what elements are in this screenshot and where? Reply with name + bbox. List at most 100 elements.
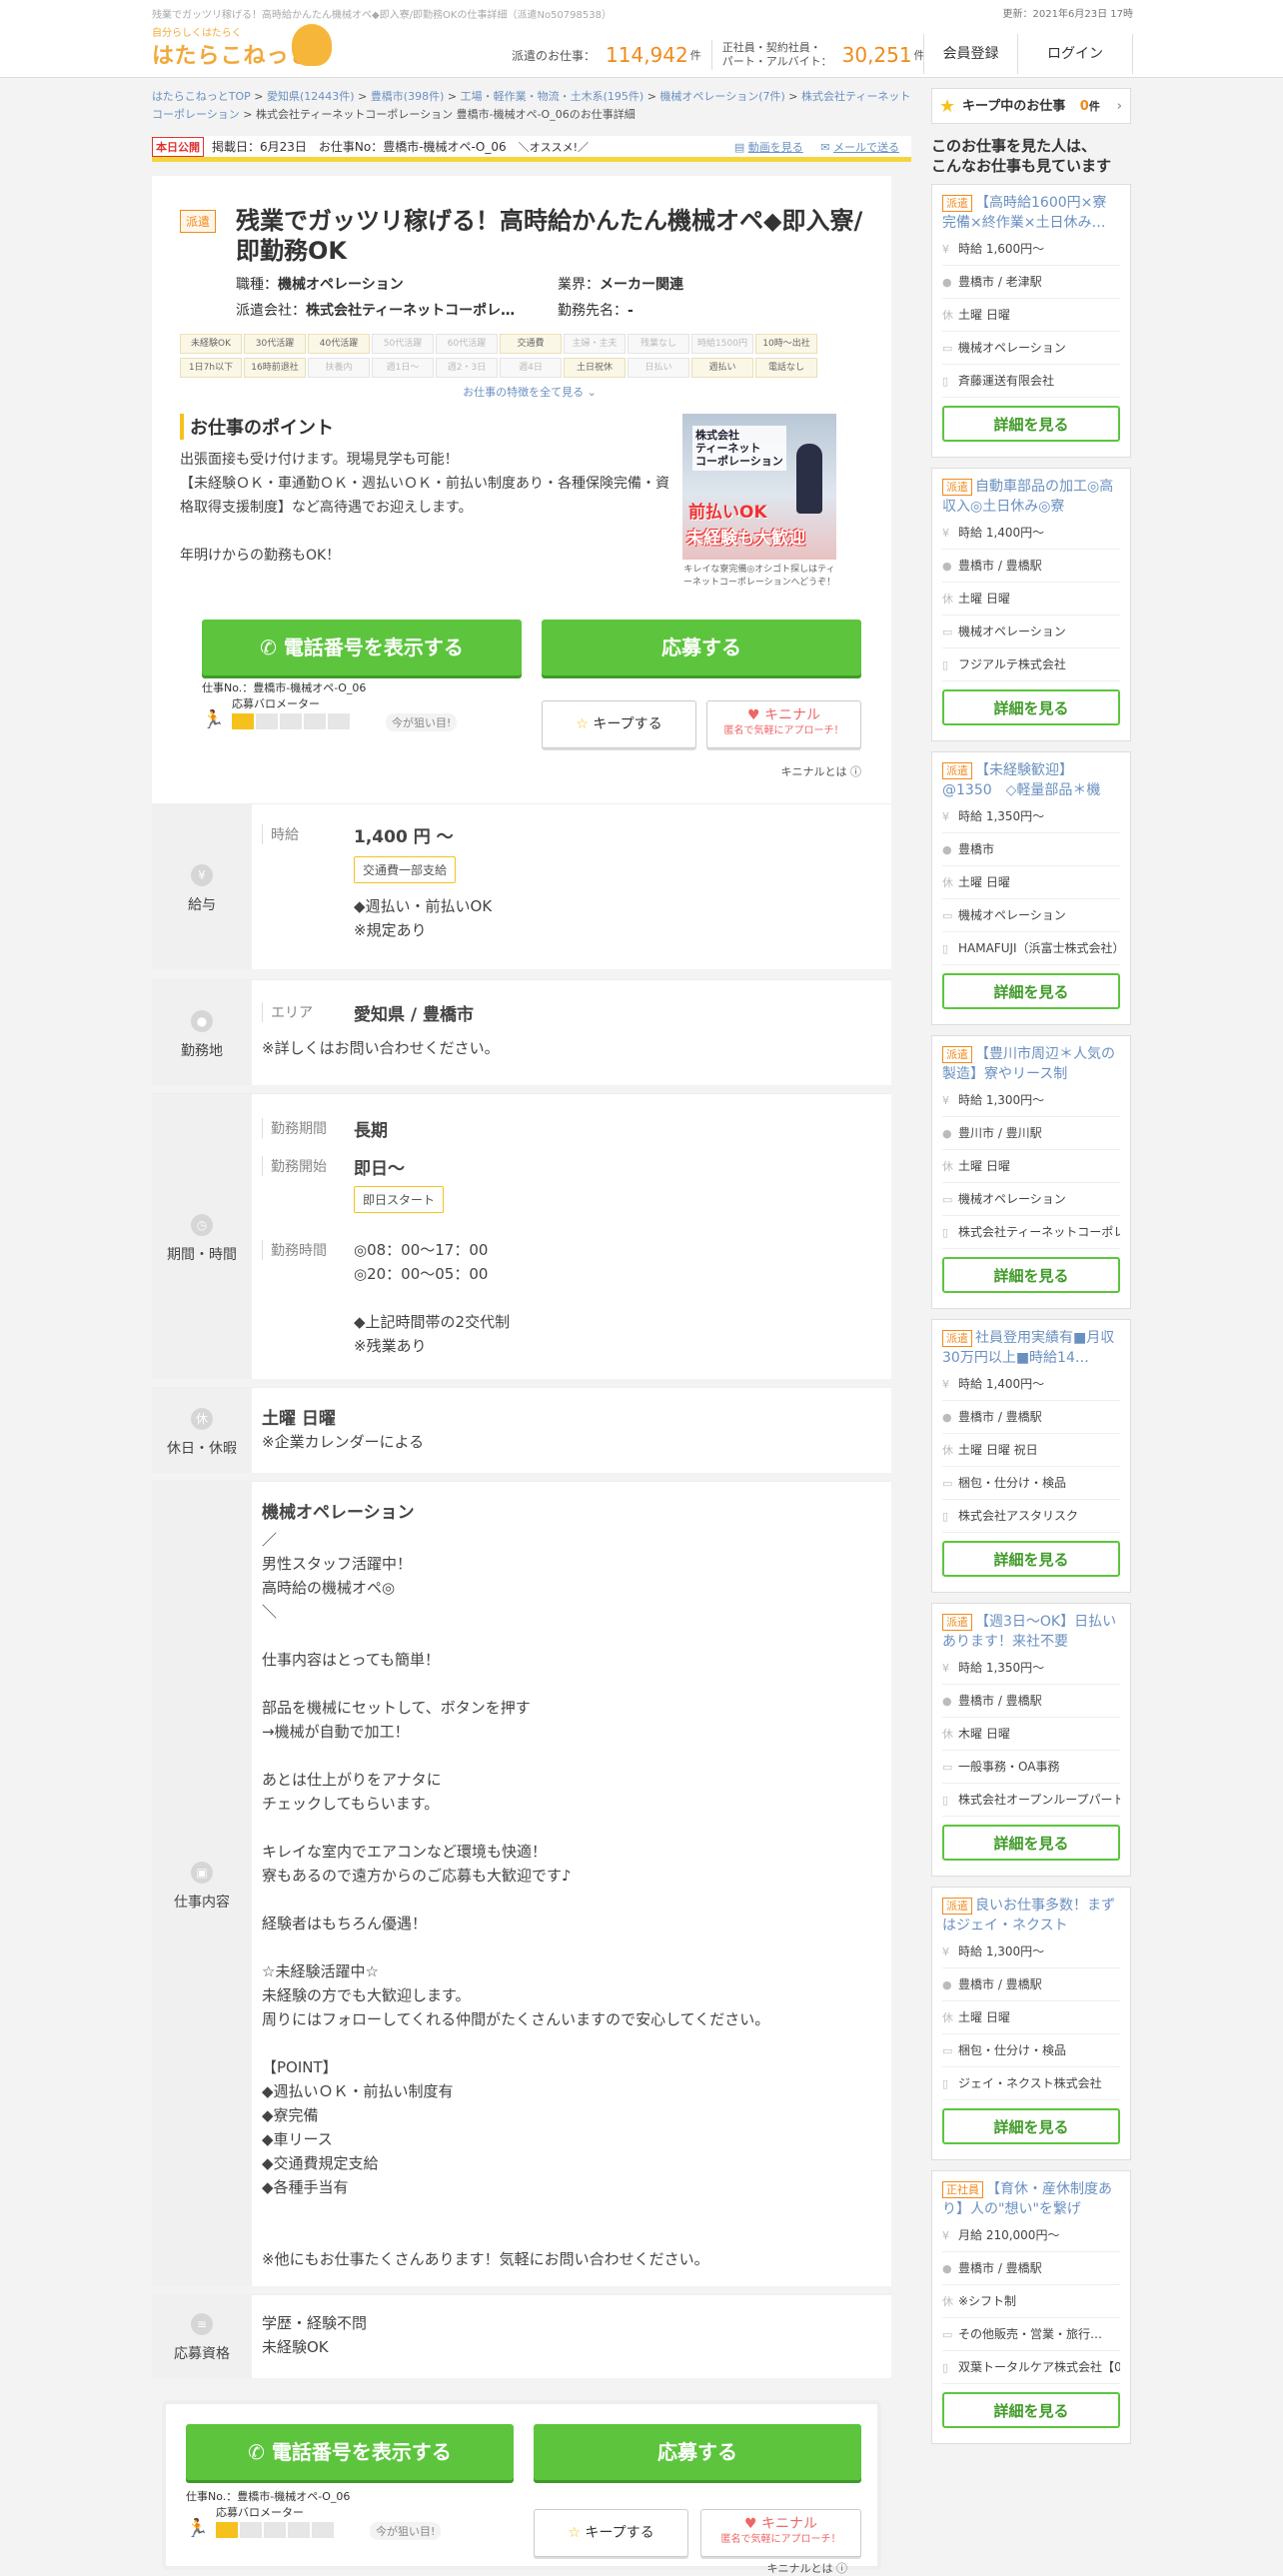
meter-segment [216, 2522, 238, 2538]
site-header: 残業でガッツリ稼げる！高時給かんたん機械オペ◆即入寮/即勤務OKの仕事詳細（派遣… [0, 0, 1283, 78]
job-type-tag: 派遣 [942, 1898, 972, 1915]
breadcrumb-link[interactable]: 愛知県(12443件) [267, 90, 355, 103]
related-job-holiday: 休 ※シフト制 [942, 2285, 1120, 2318]
category-icon: ▭ [942, 626, 953, 639]
related-job-title[interactable]: 派遣 【豊川市周辺＊人気の製造】寮やリース制 [942, 1044, 1120, 1084]
salary-row: ¥ 給与 時給 1,400 円 ～ 交通費一部支給 ◆週払い・前払いOK ※規定あ… [152, 803, 891, 969]
apply-button-bottom[interactable]: 応募する [534, 2424, 861, 2480]
related-job-pay: ¥ 時給 1,350円～ [942, 800, 1120, 833]
publish-job-no: お仕事No：豊橋市-機械オペ-O_06 [318, 140, 507, 154]
keep-button-bottom[interactable]: ☆ キープする [534, 2509, 688, 2557]
breadcrumb-link[interactable]: はたらこねっとTOP [152, 90, 251, 103]
new-badge: 本日公開 [152, 136, 204, 157]
recommend-label: ＼オススメ!／ [518, 140, 590, 154]
related-job-holiday: 休土曜 日曜 [942, 866, 1120, 899]
publish-bar: 本日公開 掲載日：6月23日 お仕事No：豊橋市-機械オペ-O_06 ＼オススメ… [152, 136, 911, 162]
pin-icon: ● [942, 276, 952, 289]
work-text: ／ 男性スタッフ活躍中！ 高時給の機械オペ◎ ＼ 仕事内容はとっても簡単！ 部品… [262, 1531, 770, 2268]
breadcrumb-current: 株式会社ティーネットコーポレーション 豊橋市-機械オペ-O_06のお仕事詳細 [256, 108, 636, 121]
feature-tag: 1日7h以下 [180, 358, 242, 378]
keep-list-link[interactable]: ★ キープ中のお仕事 0件 › [931, 88, 1131, 124]
feature-tag: 残業なし [628, 334, 689, 354]
keep-button[interactable]: ☆ キープする [542, 700, 696, 748]
feature-tag: 未経験OK [180, 334, 242, 354]
breadcrumb-link[interactable]: 工場・軽作業・物流・土木系(195件) [461, 90, 644, 103]
related-job-title[interactable]: 派遣 【高時給1600円×寮完備×終作業×土日休み… [942, 193, 1120, 233]
job-summary-card: 派遣 残業でガッツリ稼げる！高時給かんたん機械オペ◆即入寮/即勤務OK 職種：機… [152, 176, 891, 887]
job-no-small: 仕事No.：豊橋市-機械オペ-O_06 [202, 681, 367, 694]
detail-button[interactable]: 詳細を見る [942, 2108, 1120, 2144]
related-job-title[interactable]: 派遣 社員登用実績有■月収30万円以上■時給14… [942, 1328, 1120, 1368]
detail-button[interactable]: 詳細を見る [942, 689, 1120, 725]
meter-segment [288, 2522, 310, 2538]
runner-icon: 🏃 [186, 2518, 209, 2539]
related-job-company: ▯株式会社ティーネットコーポレーション [942, 1216, 1120, 1249]
detail-button[interactable]: 詳細を見る [942, 1257, 1120, 1293]
show-phone-button[interactable]: ✆ 電話番号を表示する [202, 620, 522, 675]
show-phone-button-bottom[interactable]: ✆ 電話番号を表示する [186, 2424, 514, 2480]
kininaru-help-link[interactable]: キニナルとは ⓘ [781, 763, 862, 779]
building-icon: ▯ [942, 375, 949, 388]
job-type-tag: 派遣 [942, 195, 972, 212]
sidebar-heading: このお仕事を見た人は、 こんなお仕事も見ています [931, 137, 1112, 175]
building-icon: ▯ [942, 658, 949, 671]
detail-button[interactable]: 詳細を見る [942, 973, 1120, 1009]
related-job-category: ▭ 梱包・仕分け・検品 [942, 1467, 1120, 1500]
building-icon: ▯ [942, 2077, 949, 2090]
feature-tag: 主婦・主夫 [564, 334, 626, 354]
site-logo[interactable]: 自分らしくはたらく はたらこねっと [152, 24, 337, 70]
related-job-title[interactable]: 派遣【未経験歓迎】@1350 ◇軽量部品＊機械… [942, 760, 1120, 800]
hours-text: ◎08：00～17：00 ◎20：00～05：00 ◆上記時間帯の2交代制 ※残… [354, 1241, 511, 1355]
meter-segment [280, 713, 302, 729]
detail-button[interactable]: 詳細を見る [942, 1825, 1120, 1861]
feature-tag: 週払い [691, 358, 753, 378]
detail-button[interactable]: 詳細を見る [942, 1541, 1120, 1577]
other-count: 30,251 [841, 43, 912, 67]
qualification-text: 学歴・経験不問 未経験OK [262, 2314, 368, 2356]
chevron-right-icon: › [1116, 99, 1122, 114]
detail-button[interactable]: 詳細を見る [942, 2392, 1120, 2428]
feature-tag: 16時前退社 [244, 358, 306, 378]
related-job-category: ▭ 機械オペレーション [942, 1183, 1120, 1216]
job-type-tag: 派遣 [942, 1330, 972, 1347]
related-job-title[interactable]: 派遣 【週3日～OK】日払いあります！来社不要 [942, 1612, 1120, 1652]
job-title: 残業でガッツリ稼げる！高時給かんたん機械オペ◆即入寮/即勤務OK [236, 207, 863, 265]
feature-tag: 日払い [628, 358, 689, 378]
yen-icon: ¥ [942, 1945, 949, 1958]
feature-tag: 土日祝休 [564, 358, 626, 378]
kininaru-button[interactable]: ♥ キニナル 匿名で気軽にアプローチ！ [706, 700, 861, 748]
phone-icon: ✆ [248, 2440, 272, 2464]
kininaru-help-link-bottom[interactable]: キニナルとは ⓘ [767, 2560, 848, 2576]
related-job-holiday: 休土曜 日曜 [942, 299, 1120, 332]
yen-icon: ¥ [942, 1378, 949, 1391]
publish-date: 掲載日：6月23日 [212, 140, 307, 154]
feature-tag: 時給1500円 [691, 334, 753, 354]
feature-tag: 電話なし [755, 358, 817, 378]
related-job-holiday: 休土曜 日曜 祝日 [942, 1434, 1120, 1467]
phone-icon: ✆ [260, 636, 284, 659]
feature-tag: 週1日～ [372, 358, 434, 378]
building-icon: ▯ [942, 1794, 949, 1807]
staff-figure [796, 444, 822, 514]
register-button[interactable]: 会員登録 [923, 34, 1017, 74]
login-button[interactable]: ログイン [1017, 34, 1133, 74]
mail-link[interactable]: メールで送る [833, 141, 899, 154]
yen-icon: ¥ [942, 2229, 949, 2242]
meter-segment [328, 713, 350, 729]
mail-icon: ✉ [820, 140, 830, 154]
breadcrumb-link[interactable]: 豊橋市(398件) [371, 90, 445, 103]
start-pill: 即日スタート [354, 1186, 445, 1213]
related-job-company: ▯株式会社オープンループパートナーズ [942, 1784, 1120, 1817]
holiday-value: 土曜 日曜 [262, 1409, 336, 1429]
detail-button[interactable]: 詳細を見る [942, 406, 1120, 442]
video-link[interactable]: 動画を見る [748, 141, 803, 154]
related-job-title[interactable]: 派遣 良いお仕事多数！まずはジェイ・ネクスト [942, 1896, 1120, 1935]
apply-button[interactable]: 応募する [542, 620, 861, 675]
question-icon: ⓘ [836, 2562, 847, 2575]
related-job-title[interactable]: 正社員 【育休・産休制度あり】人の"想い"を繋げ [942, 2179, 1120, 2219]
meter-segment [304, 713, 326, 729]
breadcrumb-link[interactable]: 機械オペレーション(7件) [659, 90, 784, 103]
kininaru-button-bottom[interactable]: ♥ キニナル 匿名で気軽にアプローチ！ [700, 2509, 861, 2557]
related-job-title[interactable]: 派遣 自動車部品の加工◎高収入◎土日休み◎寮 [942, 477, 1120, 517]
features-more-link[interactable]: お仕事の特徴を全て見る ⌄ [180, 384, 879, 400]
